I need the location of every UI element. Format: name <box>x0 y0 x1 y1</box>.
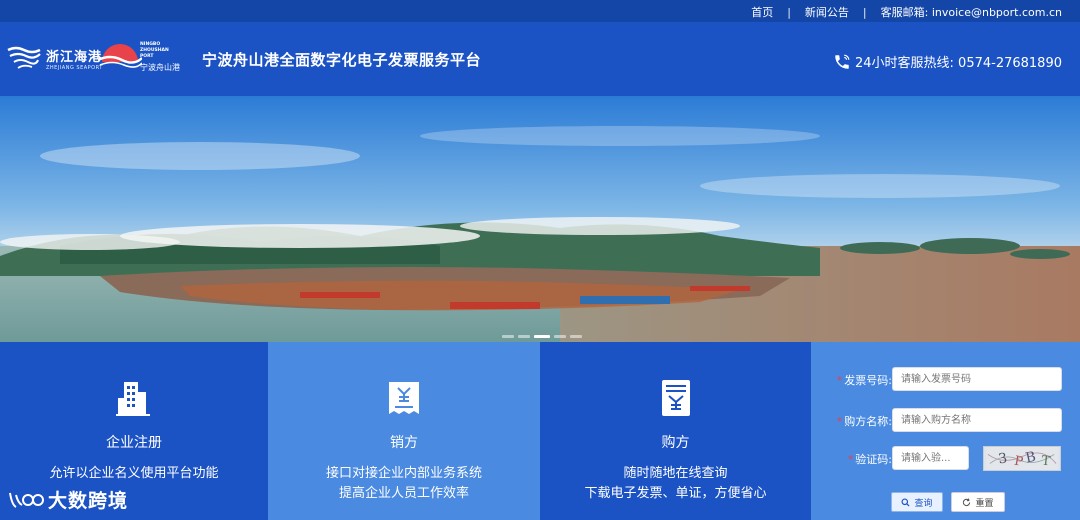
receipt-icon <box>389 382 419 414</box>
separator: | <box>787 5 791 19</box>
panel-title: 企业注册 <box>106 435 162 451</box>
news-link[interactable]: 新闻公告 <box>805 4 849 20</box>
site-header: 浙江海港 ZHEJIANG SEAPORT NINGBO ZHOUSHAN PO… <box>0 22 1080 96</box>
captcha-label: * 验证码: <box>847 453 892 466</box>
support-email-link[interactable]: 客服邮箱: invoice@nbport.com.cn <box>881 4 1062 20</box>
carousel-dot[interactable] <box>518 335 530 338</box>
watermark-logo-icon <box>9 492 44 508</box>
buyer-name-label: * 购方名称: <box>836 415 892 428</box>
top-bar: 首页 | 新闻公告 | 客服邮箱: invoice@nbport.com.cn <box>0 0 1080 22</box>
carousel-dot[interactable] <box>554 335 566 338</box>
wave-logo-icon <box>7 46 41 69</box>
separator: | <box>862 5 867 19</box>
panel-desc: 接口对接企业内部业务系统 提高企业人员工作效率 <box>268 464 540 504</box>
watermark: 大数跨境 <box>8 486 128 513</box>
panel-desc-line: 提高企业人员工作效率 <box>338 486 469 501</box>
carousel-dots <box>502 335 582 338</box>
panel-title: 购方 <box>661 435 690 451</box>
panel-desc-line: 随时随地在线查询 <box>623 466 728 481</box>
carousel-dot[interactable] <box>570 335 582 338</box>
logo-en-text: NINGBO ZHOUSHAN PORT <box>140 42 169 59</box>
invoice-number-label: * 发票号码: <box>836 374 892 387</box>
invoice-query-form: *发票号码: *购方名称: *验证码: 3 P B T 查询 重置 <box>811 342 1080 520</box>
panel-desc-line: 接口对接企业内部业务系统 <box>325 466 482 481</box>
logo-cn-text: 浙江海港 <box>46 49 103 65</box>
buyer-name-row: * 购方名称: <box>811 408 1080 432</box>
phone-icon <box>835 54 850 69</box>
invoice-number-input[interactable] <box>892 367 1062 391</box>
buyer-name-input[interactable] <box>892 408 1062 432</box>
hotline-text: 24小时客服热线: 0574-27681890 <box>855 56 1062 71</box>
panel-title: 销方 <box>390 435 418 451</box>
zhejiang-seaport-logo[interactable]: 浙江海港 ZHEJIANG SEAPORT <box>6 44 103 72</box>
invoice-icon <box>661 380 690 416</box>
refresh-icon <box>963 497 971 506</box>
buyer-panel[interactable]: 购方 随时随地在线查询 下载电子发票、单证，方便省心 <box>540 342 811 520</box>
ningbo-zhoushan-port-logo[interactable]: NINGBO ZHOUSHAN PORT 宁波舟山港 <box>98 40 186 78</box>
captcha-image[interactable]: 3 P B T <box>983 446 1061 471</box>
panel-desc-line: 允许以企业名义使用平台功能 <box>49 466 219 481</box>
home-link[interactable]: 首页 <box>751 4 773 20</box>
banner-carousel[interactable] <box>0 96 1080 342</box>
query-button-label: 查询 <box>914 498 933 509</box>
top-links: 首页 | 新闻公告 | 客服邮箱: invoice@nbport.com.cn <box>751 4 1062 20</box>
site-title: 宁波舟山港全面数字化电子发票服务平台 <box>202 51 482 69</box>
hotline: 24小时客服热线: 0574-27681890 <box>833 52 1062 71</box>
logo-cn-text: 宁波舟山港 <box>140 63 180 72</box>
invoice-number-row: * 发票号码: <box>811 367 1080 391</box>
panel-desc: 允许以企业名义使用平台功能 <box>0 464 268 484</box>
panel-desc-line: 下载电子发票、单证，方便省心 <box>584 486 767 501</box>
carousel-dot[interactable] <box>502 335 514 338</box>
logo-en-text: ZHEJIANG SEAPORT <box>46 64 103 71</box>
carousel-dot-active[interactable] <box>534 335 550 338</box>
watermark-text: 大数跨境 <box>48 490 129 512</box>
reset-button[interactable]: 重置 <box>951 492 1005 512</box>
port-aerial-image <box>0 96 1080 342</box>
panel-desc: 随时随地在线查询 下载电子发票、单证，方便省心 <box>540 464 811 504</box>
reset-button-label: 重置 <box>975 498 994 509</box>
query-button[interactable]: 查询 <box>891 492 943 512</box>
search-icon <box>901 497 910 507</box>
seller-panel[interactable]: 销方 接口对接企业内部业务系统 提高企业人员工作效率 <box>268 342 540 520</box>
sun-wave-logo-icon <box>98 44 142 68</box>
building-icon <box>116 382 150 416</box>
captcha-input[interactable] <box>892 446 969 470</box>
